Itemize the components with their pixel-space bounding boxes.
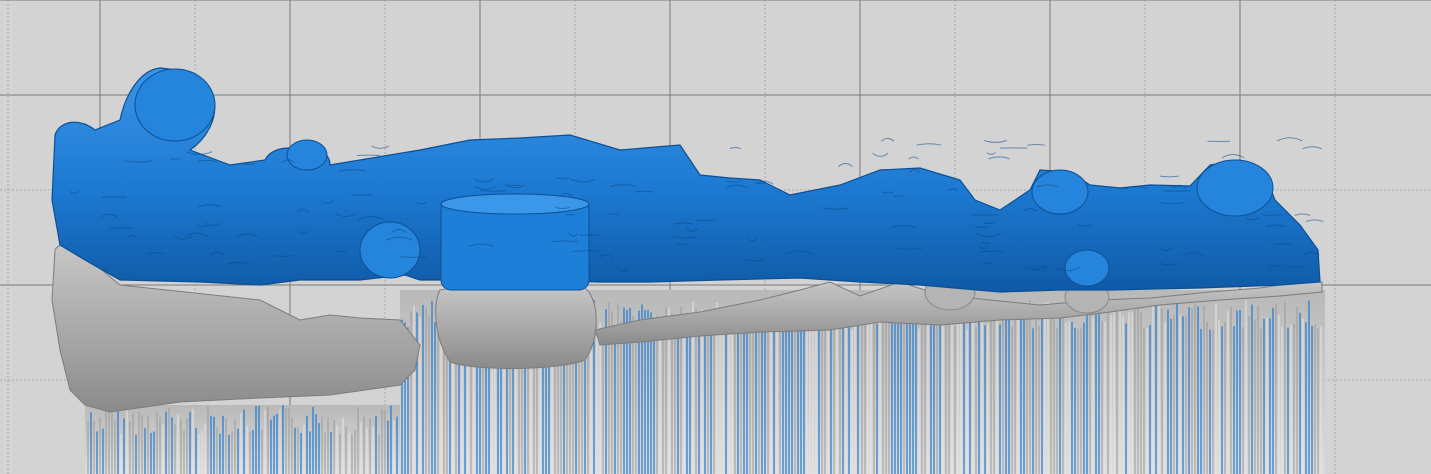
support-block-left (85, 405, 400, 474)
surface-detail-stroke (1294, 213, 1311, 216)
surface-detail-stroke (1221, 154, 1245, 159)
surface-detail-stroke (984, 139, 1008, 143)
surface-detail-stroke (1027, 143, 1045, 146)
surface-detail-stroke (908, 156, 919, 160)
blue-head-right (1196, 159, 1274, 217)
surface-detail-stroke (371, 145, 390, 149)
surface-detail-stroke (1159, 175, 1179, 178)
blue-sphere-mid (359, 221, 421, 279)
surface-detail-stroke (880, 137, 895, 142)
viewport-canvas[interactable] (0, 0, 1431, 474)
surface-detail-stroke (981, 242, 991, 244)
blue-knob-lower (1064, 249, 1110, 287)
surface-detail-stroke (729, 147, 742, 150)
blue-knob-top (286, 139, 328, 171)
blue-head-mid (1031, 169, 1089, 215)
blue-cylinder-top (440, 193, 590, 215)
surface-detail-stroke (916, 143, 942, 146)
surface-detail-stroke (1305, 219, 1324, 223)
surface-detail-stroke (1276, 137, 1303, 142)
blue-head-left (134, 68, 216, 142)
surface-detail-stroke (838, 162, 853, 168)
surface-detail-stroke (1302, 146, 1322, 150)
surface-detail-stroke (988, 156, 1011, 160)
surface-detail-stroke (551, 240, 578, 243)
3d-viewport[interactable] (0, 0, 1431, 474)
surface-detail-stroke (872, 152, 889, 157)
model-upper-blue (51, 67, 1321, 293)
surface-detail-stroke (986, 152, 996, 155)
